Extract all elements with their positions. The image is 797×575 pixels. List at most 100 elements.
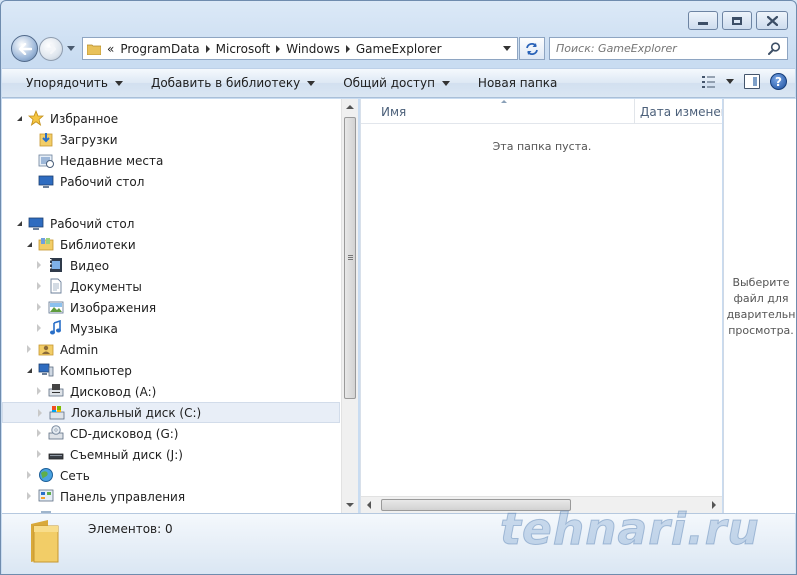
breadcrumb-separator[interactable] <box>345 44 350 53</box>
nav-tree-item[interactable]: Рабочий стол <box>2 171 340 192</box>
pictures-icon <box>48 301 64 314</box>
scroll-up-arrow[interactable] <box>346 105 354 109</box>
desktop-icon <box>38 175 54 188</box>
nav-tree-label: Изображения <box>70 300 157 315</box>
expand-closed-icon[interactable] <box>37 282 41 290</box>
breadcrumb-separator[interactable] <box>276 44 281 53</box>
expand-closed-icon[interactable] <box>37 303 41 311</box>
sort-indicator-icon <box>501 100 507 103</box>
nav-tree-item[interactable]: Рабочий стол <box>2 213 340 234</box>
help-icon[interactable]: ? <box>770 73 787 90</box>
add-to-library-button[interactable]: Добавить в библиотеку <box>137 69 329 97</box>
nav-tree-label: Рабочий стол <box>50 216 135 231</box>
expand-closed-icon[interactable] <box>27 345 31 353</box>
scroll-down-arrow[interactable] <box>346 503 354 507</box>
expand-closed-icon[interactable] <box>37 324 41 332</box>
expand-closed-icon[interactable] <box>38 409 42 417</box>
close-button[interactable] <box>756 11 788 30</box>
expand-open-icon[interactable] <box>27 242 32 247</box>
nav-tree-item[interactable]: Локальный диск (C:) <box>2 402 340 423</box>
breadcrumb-microsoft[interactable]: Microsoft <box>216 42 271 56</box>
column-name[interactable]: Имя <box>381 105 406 119</box>
view-list-icon <box>702 75 715 88</box>
nav-tree-label: CD-дисковод (G:) <box>70 426 179 441</box>
expand-closed-icon[interactable] <box>37 387 41 395</box>
nav-tree-item[interactable]: Панель управления <box>2 486 340 507</box>
column-headers: Имя Дата изменени <box>361 99 722 124</box>
nav-tree-label: Видео <box>70 258 110 273</box>
file-list-pane[interactable]: Имя Дата изменени Эта папка пуста. <box>360 99 722 513</box>
nav-tree-item[interactable]: Компьютер <box>2 360 340 381</box>
expand-open-icon[interactable] <box>17 221 22 226</box>
nav-tree-label: Рабочий стол <box>60 174 145 189</box>
address-bar[interactable]: « ProgramData Microsoft Windows GameExpl… <box>82 37 518 60</box>
recent-places-icon <box>38 154 54 168</box>
search-box[interactable] <box>549 37 788 60</box>
column-separator[interactable] <box>634 99 635 124</box>
nav-tree-item[interactable]: Съемный диск (J:) <box>2 444 340 465</box>
breadcrumb-gameexplorer[interactable]: GameExplorer <box>356 42 442 56</box>
documents-icon <box>50 278 62 294</box>
column-date-modified[interactable]: Дата изменени <box>640 105 722 119</box>
address-dropdown[interactable] <box>503 46 511 51</box>
control-panel-icon <box>38 489 54 502</box>
nav-tree-label: Панель управления <box>60 489 186 504</box>
search-icon[interactable] <box>768 42 781 55</box>
expand-closed-icon[interactable] <box>37 429 41 437</box>
chevron-down-icon <box>441 80 450 86</box>
new-folder-button[interactable]: Новая папка <box>464 69 571 97</box>
nav-tree-item[interactable]: Загрузки <box>2 129 340 150</box>
nav-tree-item[interactable]: Сеть <box>2 465 340 486</box>
scroll-left-arrow[interactable] <box>367 501 371 509</box>
nav-tree-item[interactable]: Изображения <box>2 297 340 318</box>
nav-tree-item[interactable]: Музыка <box>2 318 340 339</box>
nav-tree-item[interactable]: Недавние места <box>2 150 340 171</box>
preview-pane-button[interactable] <box>744 74 760 89</box>
organize-label: Упорядочить <box>26 76 108 90</box>
cd-drive-icon <box>48 425 64 440</box>
recent-pages-dropdown[interactable] <box>67 46 75 51</box>
nav-tree-item[interactable]: Библиотеки <box>2 234 340 255</box>
nav-tree-item[interactable]: CD-дисковод (G:) <box>2 423 340 444</box>
star-icon <box>28 110 44 126</box>
nav-scrollbar[interactable] <box>341 99 358 513</box>
expand-open-icon[interactable] <box>17 116 22 121</box>
nav-tree-item[interactable]: Дисковод (A:) <box>2 381 340 402</box>
organize-button[interactable]: Упорядочить <box>2 69 137 97</box>
nav-tree-item[interactable]: Избранное <box>2 108 340 129</box>
share-button[interactable]: Общий доступ <box>329 69 464 97</box>
minimize-button[interactable] <box>688 11 718 30</box>
breadcrumb-programdata[interactable]: ProgramData <box>120 42 199 56</box>
breadcrumb-overflow[interactable]: « <box>107 42 114 56</box>
change-view-button[interactable] <box>702 75 734 88</box>
expand-open-icon[interactable] <box>27 368 32 373</box>
nav-tree-label: Загрузки <box>60 132 118 147</box>
nav-tree-item[interactable]: Видео <box>2 255 340 276</box>
expand-closed-icon[interactable] <box>37 450 41 458</box>
expand-closed-icon[interactable] <box>27 492 31 500</box>
scroll-thumb[interactable] <box>344 117 356 399</box>
nav-tree-item[interactable]: Документы <box>2 276 340 297</box>
expand-closed-icon[interactable] <box>37 261 41 269</box>
breadcrumb-windows[interactable]: Windows <box>286 42 340 56</box>
desktop-icon <box>28 217 44 230</box>
nav-tree-item[interactable]: Admin <box>2 339 340 360</box>
video-icon <box>50 258 62 272</box>
search-input[interactable] <box>550 42 760 55</box>
expand-closed-icon[interactable] <box>27 471 31 479</box>
back-button[interactable] <box>11 35 38 62</box>
close-icon <box>766 15 778 26</box>
details-pane: Элементов: 0 tehnari.ru <box>2 504 795 574</box>
downloads-icon <box>39 133 53 147</box>
empty-folder-message: Эта папка пуста. <box>492 140 592 153</box>
chevron-down-icon <box>307 80 316 86</box>
floppy-drive-icon <box>48 384 64 397</box>
refresh-button[interactable] <box>519 37 545 60</box>
maximize-button[interactable] <box>722 11 752 30</box>
breadcrumb-separator[interactable] <box>205 44 210 53</box>
forward-button[interactable] <box>39 37 63 61</box>
maximize-icon <box>732 16 742 25</box>
caption-buttons <box>688 11 788 30</box>
new-folder-label: Новая папка <box>477 76 558 90</box>
nav-tree-label: Библиотеки <box>60 237 136 252</box>
